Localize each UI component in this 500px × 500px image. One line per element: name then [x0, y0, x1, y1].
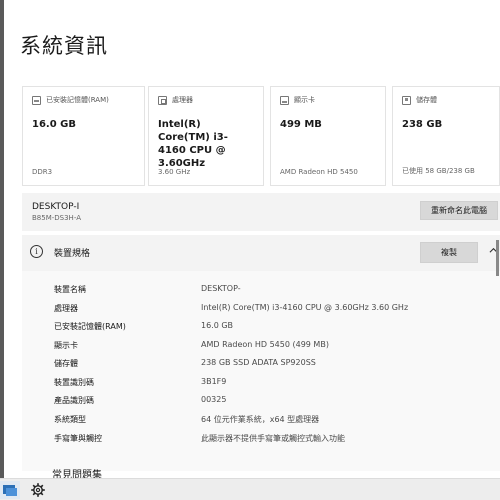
- device-specs-list: 裝置名稱 DESKTOP- 處理器 Intel(R) Core(TM) i3-4…: [22, 271, 500, 471]
- spec-value: 238 GB SSD ADATA SP920SS: [201, 358, 316, 367]
- spec-label: 裝置名稱: [54, 285, 86, 294]
- spec-value: 00325: [201, 395, 227, 404]
- device-model: B85M-DS3H-A: [32, 214, 81, 222]
- spec-row: 已安裝記憶體(RAM) 16.0 GB: [22, 317, 500, 335]
- spec-row: 顯示卡 AMD Radeon HD 5450 (499 MB): [22, 336, 500, 354]
- spec-row: 裝置名稱 DESKTOP-: [22, 280, 500, 298]
- card-value: 16.0 GB: [32, 119, 76, 130]
- spec-value: DESKTOP-: [201, 284, 241, 293]
- card-storage[interactable]: 儲存體 238 GB 已使用 58 GB/238 GB: [392, 86, 500, 186]
- window-left-edge: [0, 0, 4, 478]
- spec-label: 處理器: [54, 304, 78, 313]
- card-detail: 已使用 58 GB/238 GB: [402, 167, 475, 175]
- card-value: 238 GB: [402, 119, 443, 130]
- card-detail: DDR3: [32, 168, 53, 176]
- device-specs-title: 裝置規格: [54, 249, 91, 259]
- info-icon: i: [30, 245, 43, 258]
- card-graphics[interactable]: 顯示卡 499 MB AMD Radeon HD 5450: [270, 86, 386, 186]
- gear-icon[interactable]: [30, 482, 46, 498]
- spec-label: 裝置識別碼: [54, 378, 94, 387]
- spec-value: Intel(R) Core(TM) i3-4160 CPU @ 3.60GHz …: [201, 303, 409, 312]
- spec-label: 儲存體: [54, 359, 78, 368]
- spec-value: AMD Radeon HD 5450 (499 MB): [201, 340, 329, 349]
- device-name: DESKTOP-I: [32, 202, 80, 212]
- storage-icon: [402, 95, 411, 105]
- spec-row: 處理器 Intel(R) Core(TM) i3-4160 CPU @ 3.60…: [22, 299, 500, 317]
- card-value: 499 MB: [280, 119, 322, 130]
- card-detail: 3.60 GHz: [158, 168, 191, 176]
- page-title: 系統資訊: [20, 34, 108, 58]
- spec-label: 手寫筆與觸控: [54, 434, 102, 443]
- spec-label: 已安裝記憶體(RAM): [54, 322, 126, 331]
- card-memory[interactable]: 已安裝記憶體(RAM) 16.0 GB DDR3: [22, 86, 145, 186]
- spec-row: 產品識別碼 00325: [22, 391, 500, 409]
- processor-icon: [158, 95, 167, 105]
- summary-cards: 已安裝記憶體(RAM) 16.0 GB DDR3 處理器 Intel(R) Co…: [22, 86, 500, 186]
- spec-label: 產品識別碼: [54, 396, 94, 405]
- spec-value: 3B1F9: [201, 377, 227, 386]
- card-detail: AMD Radeon HD 5450: [280, 168, 358, 176]
- spec-row: 裝置識別碼 3B1F9: [22, 373, 500, 391]
- spec-value: 64 位元作業系統，x64 型處理器: [201, 415, 320, 424]
- spec-row: 系統類型 64 位元作業系統，x64 型處理器: [22, 410, 500, 428]
- spec-value: 此顯示器不提供手寫筆或觸控式輸入功能: [201, 434, 345, 443]
- device-name-bar: DESKTOP-I B85M-DS3H-A 重新命名此電腦: [22, 193, 500, 231]
- copy-button[interactable]: 複製: [420, 242, 478, 263]
- spec-label: 系統類型: [54, 415, 86, 424]
- taskbar: [0, 478, 500, 500]
- card-label: 處理器: [172, 96, 193, 104]
- spec-row: 手寫筆與觸控 此顯示器不提供手寫筆或觸控式輸入功能: [22, 429, 500, 447]
- device-specs-header[interactable]: i 裝置規格 複製: [22, 235, 500, 271]
- scrollbar[interactable]: [496, 240, 499, 276]
- spec-row: 儲存體 238 GB SSD ADATA SP920SS: [22, 354, 500, 372]
- spec-label: 顯示卡: [54, 341, 78, 350]
- display-icon: [280, 95, 289, 105]
- card-value: Intel(R) Core(TM) i3-4160 CPU @ 3.60GHz: [158, 119, 228, 169]
- app-window-icon: [3, 485, 17, 496]
- rename-pc-button[interactable]: 重新命名此電腦: [420, 201, 498, 220]
- card-processor[interactable]: 處理器 Intel(R) Core(TM) i3-4160 CPU @ 3.60…: [148, 86, 264, 186]
- spec-value: 16.0 GB: [201, 321, 234, 330]
- memory-icon: [32, 95, 41, 105]
- taskbar-app-icon[interactable]: [0, 481, 20, 499]
- card-label: 已安裝記憶體(RAM): [46, 96, 109, 104]
- card-label: 顯示卡: [294, 96, 315, 104]
- card-label: 儲存體: [416, 96, 437, 104]
